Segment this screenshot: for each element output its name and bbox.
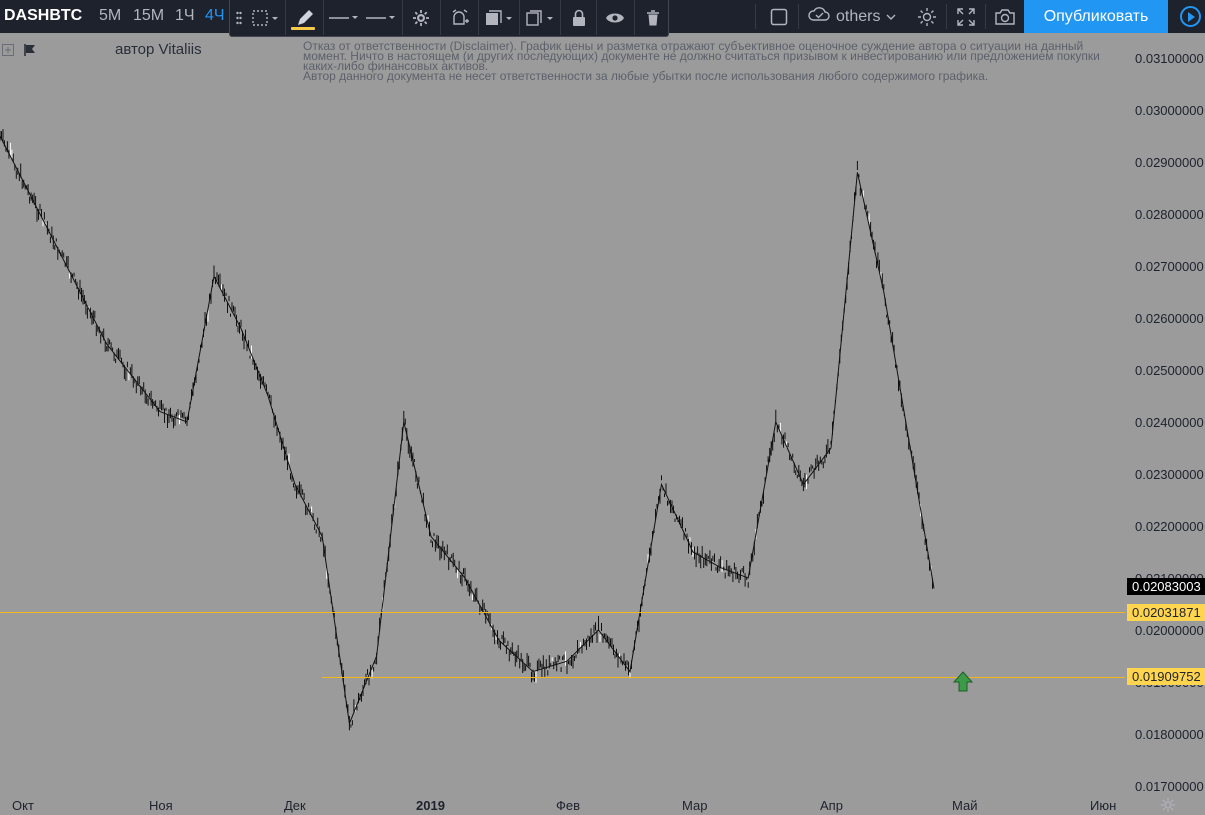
toolbar-separator (402, 0, 403, 35)
settings-icon[interactable] (408, 0, 434, 35)
time-tick: Дек (284, 798, 306, 813)
price-tick: 0.02200000 (1135, 519, 1204, 534)
price-tick: 0.03000000 (1135, 103, 1204, 118)
save-layout-button[interactable]: others (808, 4, 896, 29)
chevron-down-icon[interactable] (886, 8, 896, 26)
price-tick: 0.03100000 (1135, 51, 1204, 66)
toolbar-separator (440, 0, 441, 35)
gear-icon[interactable] (914, 4, 940, 29)
pen-color-indicator (291, 27, 315, 30)
trash-icon[interactable] (640, 0, 666, 35)
price-tick: 0.02900000 (1135, 155, 1204, 170)
toolbar-separator (285, 0, 286, 35)
alert-icon[interactable] (446, 0, 474, 35)
toolbar-separator (755, 4, 756, 29)
camera-icon[interactable] (992, 4, 1018, 29)
timeframe-1h[interactable]: 1Ч (175, 7, 195, 25)
time-tick: Окт (12, 798, 34, 813)
symbol-button[interactable]: DASHBTC (4, 7, 82, 25)
time-tick-year: 2019 (416, 798, 445, 813)
clone-icon[interactable] (524, 0, 556, 35)
toolbar-separator (596, 0, 597, 35)
select-area-icon[interactable] (249, 0, 281, 35)
time-axis[interactable]: Окт Ноя Дек 2019 Фев Мар Апр Май Июн (0, 795, 1205, 815)
time-tick: Май (952, 798, 978, 813)
price-tick: 0.02700000 (1135, 259, 1204, 274)
drag-handle-icon[interactable] (232, 0, 246, 35)
visibility-icon[interactable] (602, 0, 628, 35)
time-tick: Апр (820, 798, 843, 813)
toolbar-separator (985, 4, 986, 29)
price-tick: 0.02400000 (1135, 415, 1204, 430)
time-tick: Июн (1090, 798, 1117, 813)
cloud-check-icon (808, 6, 830, 27)
toolbar-separator (478, 0, 479, 35)
horizontal-line-level-2[interactable] (322, 677, 1125, 678)
level-2-price-tag: 0.01909752 (1127, 668, 1205, 685)
fullscreen-icon[interactable] (954, 4, 978, 29)
time-tick: Фев (556, 798, 581, 813)
price-tick: 0.02800000 (1135, 207, 1204, 222)
layers-icon[interactable] (483, 0, 515, 35)
line-width-icon[interactable] (364, 0, 396, 35)
price-tick: 0.02600000 (1135, 311, 1204, 326)
price-tick: 0.02000000 (1135, 623, 1204, 638)
toolbar-separator (798, 4, 799, 29)
time-tick: Ноя (149, 798, 173, 813)
lock-icon[interactable] (566, 0, 592, 35)
price-tick: 0.02300000 (1135, 467, 1204, 482)
layout-name: others (836, 7, 881, 25)
toolbar-separator (946, 4, 947, 29)
play-icon[interactable] (1180, 6, 1201, 27)
publish-button[interactable]: Опубликовать (1024, 0, 1168, 33)
time-tick: Мар (682, 798, 708, 813)
drawing-toolbar (229, 0, 669, 37)
fullscreen-square-icon[interactable] (768, 4, 790, 29)
last-price-tag: 0.02083003 (1127, 578, 1205, 595)
timeframe-15m[interactable]: 15М (133, 7, 164, 25)
line-style-icon[interactable] (327, 0, 359, 35)
toolbar-separator (519, 0, 520, 35)
arrow-up-icon[interactable] (952, 671, 974, 697)
toolbar-separator (634, 0, 635, 35)
timeframe-4h[interactable]: 4Ч (205, 7, 225, 25)
price-tick: 0.01800000 (1135, 727, 1204, 742)
timeframe-5m[interactable]: 5М (99, 7, 121, 25)
price-tick: 0.02500000 (1135, 363, 1204, 378)
price-tick: 0.01700000 (1135, 779, 1204, 794)
toolbar-separator (323, 0, 324, 35)
price-line (0, 135, 935, 726)
horizontal-line-level-1[interactable] (0, 612, 1125, 613)
level-1-price-tag: 0.02031871 (1127, 604, 1205, 621)
toolbar-separator (560, 0, 561, 35)
chart-settings-gear-icon[interactable] (1160, 797, 1176, 815)
